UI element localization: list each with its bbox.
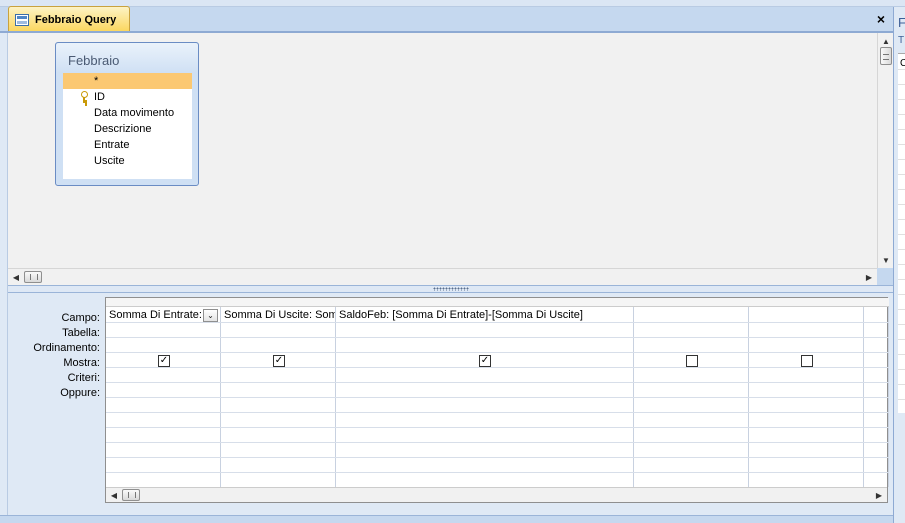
grid-row-line bbox=[106, 457, 889, 458]
design-grid-pane: Campo: Tabella: Ordinamento: Mostra: Criteri… bbox=[8, 293, 893, 515]
property-row-line bbox=[898, 204, 905, 205]
scroll-down-arrow-icon[interactable]: ▼ bbox=[878, 252, 894, 268]
field-label: Data movimento bbox=[94, 107, 175, 119]
field-item[interactable]: * bbox=[63, 73, 192, 89]
property-row-line bbox=[898, 174, 905, 175]
property-row-line bbox=[898, 144, 905, 145]
bottom-border bbox=[0, 515, 893, 523]
property-row-line bbox=[898, 279, 905, 280]
scroll-right-arrow-icon[interactable]: ▶ bbox=[861, 269, 877, 285]
field-item[interactable]: Uscite bbox=[63, 153, 192, 169]
mostra-checkbox[interactable] bbox=[686, 355, 698, 367]
grid-row-line bbox=[106, 352, 889, 353]
grid-horizontal-scrollbar[interactable]: ◀ ▶ bbox=[106, 487, 887, 502]
query-icon bbox=[15, 13, 29, 26]
splitter-grip-icon[interactable] bbox=[433, 287, 469, 291]
property-row-line bbox=[898, 234, 905, 235]
property-row-line bbox=[898, 189, 905, 190]
grid-row-line bbox=[106, 442, 889, 443]
property-row-line bbox=[898, 309, 905, 310]
row-labels: Campo: Tabella: Ordinamento: Mostra: Criteri… bbox=[8, 311, 100, 401]
table-febbraio[interactable]: Febbraio * ID Data movimento Descrizione Ent… bbox=[55, 42, 199, 186]
field-item[interactable]: Data movimento bbox=[63, 105, 192, 121]
mostra-checkbox-checked[interactable]: ✓ bbox=[273, 355, 285, 367]
campo-cell[interactable]: SaldoFeb: [Somma Di Entrate]-[Somma Di U… bbox=[339, 309, 633, 321]
campo-cell[interactable]: Somma Di Entrate: Entr bbox=[109, 309, 202, 321]
tab-label: Febbraio Query bbox=[35, 13, 117, 26]
property-sheet-title-fragment: F bbox=[898, 15, 905, 30]
mostra-checkbox-checked[interactable]: ✓ bbox=[158, 355, 170, 367]
property-row-line bbox=[898, 324, 905, 325]
property-row-line bbox=[898, 249, 905, 250]
grid-row-label: Campo: bbox=[61, 312, 100, 324]
grid-row-line bbox=[106, 427, 889, 428]
field-label: ID bbox=[94, 91, 105, 103]
grid-row-label: Oppure: bbox=[60, 387, 100, 399]
property-sheet-subtitle-fragment: T bbox=[898, 35, 905, 46]
scroll-thumb[interactable] bbox=[880, 47, 892, 65]
property-row-line bbox=[898, 159, 905, 160]
primary-key-icon bbox=[80, 91, 88, 103]
mostra-checkbox-checked[interactable]: ✓ bbox=[479, 355, 491, 367]
property-sheet-list-fragment: C bbox=[898, 53, 905, 413]
tab-febbraio-query[interactable]: Febbraio Query bbox=[8, 6, 130, 32]
grid-row-line bbox=[106, 472, 889, 473]
left-border bbox=[0, 33, 8, 515]
property-row-line bbox=[898, 264, 905, 265]
close-icon[interactable]: × bbox=[872, 10, 890, 28]
property-sheet-tab-fragment: C bbox=[900, 58, 905, 69]
property-sheet-edge: F T C bbox=[893, 7, 905, 523]
field-label: Entrate bbox=[94, 139, 130, 151]
grid-row-line bbox=[106, 322, 889, 323]
access-window: Febbraio Query × ▲ ▼ ◀ ▶ Febbraio * ID Dat… bbox=[0, 0, 905, 523]
field-item[interactable]: Entrate bbox=[63, 137, 192, 153]
chevron-down-icon[interactable]: ⌄ bbox=[203, 309, 218, 322]
scroll-thumb[interactable] bbox=[24, 271, 42, 283]
top-strip bbox=[0, 0, 905, 7]
field-list[interactable]: * ID Data movimento Descrizione Entrate Uscit… bbox=[63, 73, 192, 179]
property-row-line bbox=[898, 69, 905, 70]
property-row-line bbox=[898, 219, 905, 220]
grid-row-label: Ordinamento: bbox=[33, 342, 100, 354]
field-label: Descrizione bbox=[94, 123, 152, 135]
property-row-line bbox=[898, 339, 905, 340]
property-row-line bbox=[898, 384, 905, 385]
property-row-line bbox=[898, 84, 905, 85]
grid-row-line bbox=[106, 367, 889, 368]
scroll-thumb[interactable] bbox=[122, 489, 140, 501]
design-grid[interactable]: Somma Di Entrate: Entr⌄ ✓ Somma Di Uscite:… bbox=[105, 297, 889, 503]
scroll-left-arrow-icon[interactable]: ◀ bbox=[106, 488, 122, 503]
field-label: * bbox=[94, 75, 99, 87]
property-row-line bbox=[898, 354, 905, 355]
grid-row-line bbox=[106, 382, 889, 383]
grid-row-label: Criteri: bbox=[67, 372, 100, 384]
grid-row-label: Mostra: bbox=[63, 357, 100, 369]
campo-cell[interactable]: Somma Di Uscite: Somma bbox=[224, 309, 335, 321]
scroll-left-arrow-icon[interactable]: ◀ bbox=[8, 269, 24, 285]
grid-body[interactable]: Somma Di Entrate: Entr⌄ ✓ Somma Di Uscite:… bbox=[106, 307, 889, 487]
field-item[interactable]: ID bbox=[63, 89, 192, 105]
grid-row-line bbox=[106, 397, 889, 398]
property-row-line bbox=[898, 99, 905, 100]
table-title: Febbraio bbox=[56, 43, 198, 73]
property-row-line bbox=[898, 114, 905, 115]
pane-splitter[interactable] bbox=[8, 285, 893, 293]
property-row-line bbox=[898, 129, 905, 130]
upper-horizontal-scrollbar[interactable]: ◀ ▶ bbox=[8, 268, 877, 285]
property-row-line bbox=[898, 399, 905, 400]
property-row-line bbox=[898, 369, 905, 370]
mostra-checkbox[interactable] bbox=[801, 355, 813, 367]
column-selector-bar[interactable] bbox=[106, 298, 889, 307]
grid-row-line bbox=[106, 337, 889, 338]
upper-vertical-scrollbar[interactable]: ▲ ▼ bbox=[877, 33, 893, 268]
grid-row-line bbox=[106, 412, 889, 413]
property-row-line bbox=[898, 294, 905, 295]
grid-row-label: Tabella: bbox=[62, 327, 100, 339]
field-label: Uscite bbox=[94, 155, 125, 167]
field-item[interactable]: Descrizione bbox=[63, 121, 192, 137]
scroll-right-arrow-icon[interactable]: ▶ bbox=[871, 488, 887, 503]
